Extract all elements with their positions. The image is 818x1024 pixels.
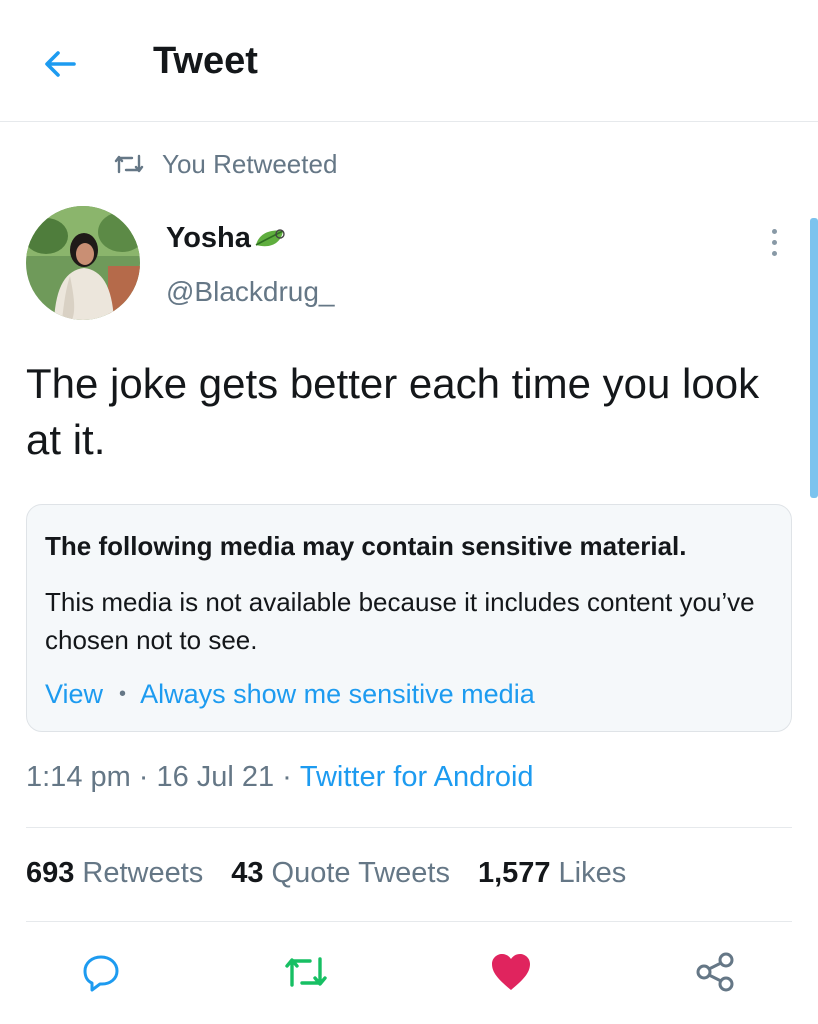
avatar[interactable]	[26, 206, 140, 320]
sensitive-notice-title: The following media may contain sensitiv…	[45, 531, 687, 561]
reply-icon	[83, 955, 119, 992]
sensitive-media-notice: The following media may contain sensitiv…	[26, 504, 792, 732]
author-handle[interactable]: @Blackdrug_	[166, 276, 335, 308]
retweet-icon	[114, 154, 144, 174]
scrollbar-thumb[interactable]	[810, 218, 818, 498]
social-context-label: You Retweeted	[162, 148, 338, 179]
more-dot	[771, 239, 777, 245]
back-button[interactable]	[36, 40, 84, 88]
separator-dot: •	[119, 683, 127, 705]
retweets-count: 693	[26, 857, 75, 889]
social-context: You Retweeted	[114, 146, 337, 182]
reply-button[interactable]	[77, 948, 125, 996]
always-show-sensitive-link[interactable]: Always show me sensitive media	[140, 679, 535, 710]
tweet-source-link[interactable]: Twitter for Android	[300, 761, 534, 794]
page-title: Tweet	[153, 40, 258, 82]
heart-icon	[492, 954, 530, 990]
share-button[interactable]	[691, 948, 739, 996]
likes-label: Likes	[558, 857, 627, 889]
sensitive-notice-actions: View • Always show me sensitive media	[45, 679, 535, 710]
tweet-meta: 1:14 pm · 16 Jul 21 · Twitter for Androi…	[26, 761, 534, 794]
divider	[26, 827, 792, 828]
tweet-text: The joke gets better each time you look …	[26, 360, 760, 463]
author-display-name: Yosha	[166, 222, 251, 254]
arrow-left-icon	[45, 51, 76, 77]
more-dot	[771, 228, 777, 234]
more-dot	[771, 250, 777, 256]
avatar-photo	[26, 206, 140, 320]
sensitive-notice-body: This media is not available because it i…	[45, 587, 755, 655]
tweet-stats: 693 Retweets 43 Quote Tweets 1,577 Likes	[26, 857, 654, 890]
retweet-button[interactable]	[282, 948, 330, 996]
author-name-row[interactable]: Yosha	[166, 222, 287, 255]
divider	[26, 921, 792, 922]
like-button[interactable]	[487, 948, 535, 996]
meta-separator: ·	[138, 761, 149, 793]
quote-tweets-count: 43	[231, 857, 264, 889]
share-icon	[696, 952, 734, 992]
tweet-date: 16 Jul 21	[156, 761, 275, 793]
quote-tweets-label: Quote Tweets	[271, 857, 450, 889]
view-media-link[interactable]: View	[45, 679, 103, 710]
top-app-bar: Tweet	[0, 0, 818, 122]
retweets-label: Retweets	[82, 857, 204, 889]
likes-stat[interactable]: 1,577 Likes	[478, 857, 626, 890]
tweet-time: 1:14 pm	[26, 761, 131, 793]
meta-separator: ·	[282, 761, 292, 793]
quote-tweets-stat[interactable]: 43 Quote Tweets	[231, 857, 450, 890]
more-options-button[interactable]	[760, 222, 788, 262]
retweet-icon	[285, 957, 327, 987]
retweets-stat[interactable]: 693 Retweets	[26, 857, 203, 890]
likes-count: 1,577	[477, 857, 551, 889]
leaf-icon	[255, 228, 285, 246]
